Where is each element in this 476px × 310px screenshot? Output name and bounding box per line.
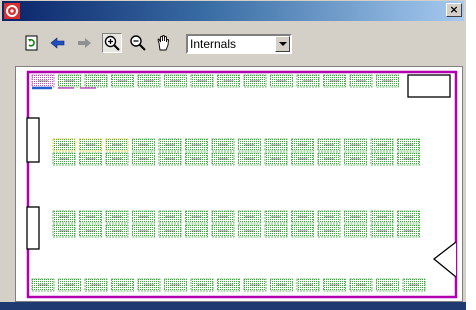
toolbar: Internals — [2, 23, 464, 65]
close-button[interactable]: × — [446, 3, 462, 17]
io-pad — [432, 241, 457, 278]
back-arrow-icon — [50, 37, 65, 49]
viewer-window: × Internals — [0, 0, 466, 310]
layout-canvas[interactable] — [15, 66, 463, 302]
forward-button[interactable] — [74, 33, 94, 53]
back-button[interactable] — [48, 33, 68, 53]
layout-diagram — [26, 70, 458, 299]
io-pad — [26, 117, 40, 163]
io-pad — [26, 206, 40, 250]
chip-boundary — [26, 70, 458, 299]
chevron-down-icon[interactable] — [275, 36, 290, 52]
zoom-out-icon — [130, 35, 146, 51]
zoom-in-icon — [104, 35, 120, 51]
status-bar — [0, 302, 466, 310]
zoom-in-button[interactable] — [102, 33, 122, 53]
view-select[interactable]: Internals — [186, 34, 292, 54]
app-logo-icon — [4, 3, 20, 19]
forward-arrow-icon — [78, 38, 91, 48]
pan-button[interactable] — [154, 33, 174, 53]
pan-hand-icon — [157, 35, 169, 51]
refresh-button[interactable] — [22, 33, 42, 53]
title-bar: × — [2, 1, 464, 21]
refresh-icon — [25, 35, 38, 51]
io-pad — [407, 74, 451, 98]
view-select-value: Internals — [190, 37, 237, 51]
zoom-out-button[interactable] — [128, 33, 148, 53]
